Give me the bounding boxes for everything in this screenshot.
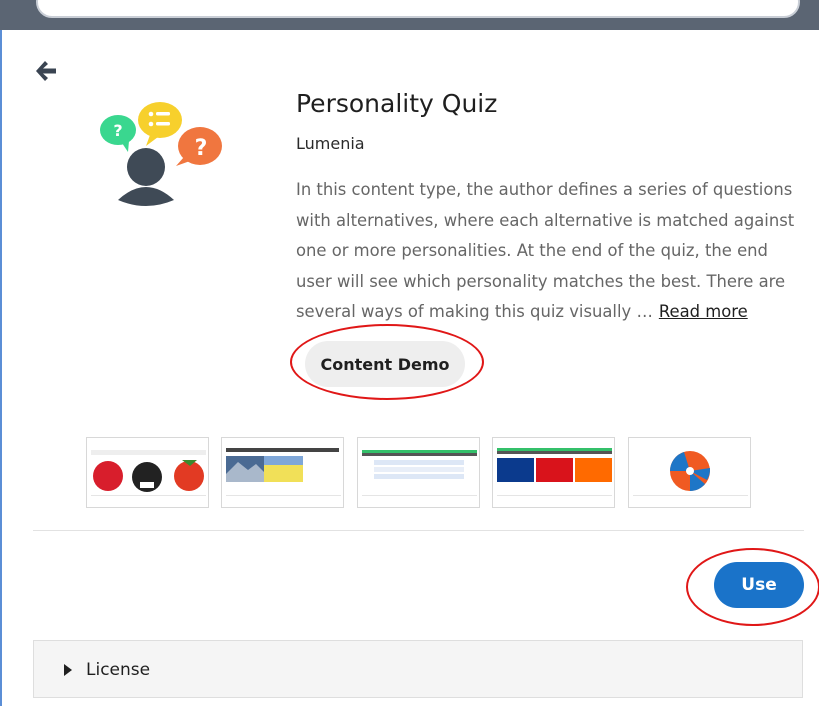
description-line-last: several ways of making this quiz visuall… [296, 297, 801, 328]
screenshot-thumbnail[interactable] [357, 437, 480, 508]
content-description: In this content type, the author defines… [296, 175, 801, 328]
screenshot-thumbnail[interactable] [492, 437, 615, 508]
screenshot-thumbnail[interactable] [221, 437, 344, 508]
svg-text:?: ? [113, 121, 122, 140]
description-line: one or more personalities. At the end of… [296, 241, 768, 260]
use-button[interactable]: Use [714, 562, 804, 608]
wheel-screenshot [633, 451, 748, 496]
top-bar [0, 0, 819, 30]
search-field[interactable] [36, 0, 800, 18]
description-line: several ways of making this quiz visuall… [296, 302, 653, 321]
window-border [0, 30, 2, 706]
screenshot-thumbnail[interactable] [628, 437, 751, 508]
license-panel[interactable]: License [33, 640, 803, 698]
berries-screenshot [91, 450, 206, 496]
landscape-screenshot [226, 456, 341, 496]
description-line: In this content type, the author defines… [296, 180, 793, 199]
divider [33, 530, 804, 531]
description-line: user will see which personality matches … [296, 271, 786, 291]
arrow-left-icon [36, 61, 56, 81]
screenshot-gallery [86, 437, 756, 509]
list-screenshot [362, 450, 477, 496]
license-label: License [86, 660, 151, 680]
svg-text:?: ? [195, 136, 208, 161]
content-title: Personality Quiz [296, 89, 498, 118]
personality-quiz-logo: ? ? [100, 102, 222, 206]
screenshot-thumbnail[interactable] [86, 437, 209, 508]
description-line: with alternatives, where each alternativ… [296, 210, 795, 230]
back-button[interactable] [33, 58, 59, 84]
content-demo-button[interactable]: Content Demo [305, 341, 465, 387]
content-owner: Lumenia [296, 134, 365, 153]
read-more-link[interactable]: Read more [659, 302, 748, 321]
caret-right-icon [64, 664, 72, 676]
color-blocks-screenshot [497, 448, 612, 496]
